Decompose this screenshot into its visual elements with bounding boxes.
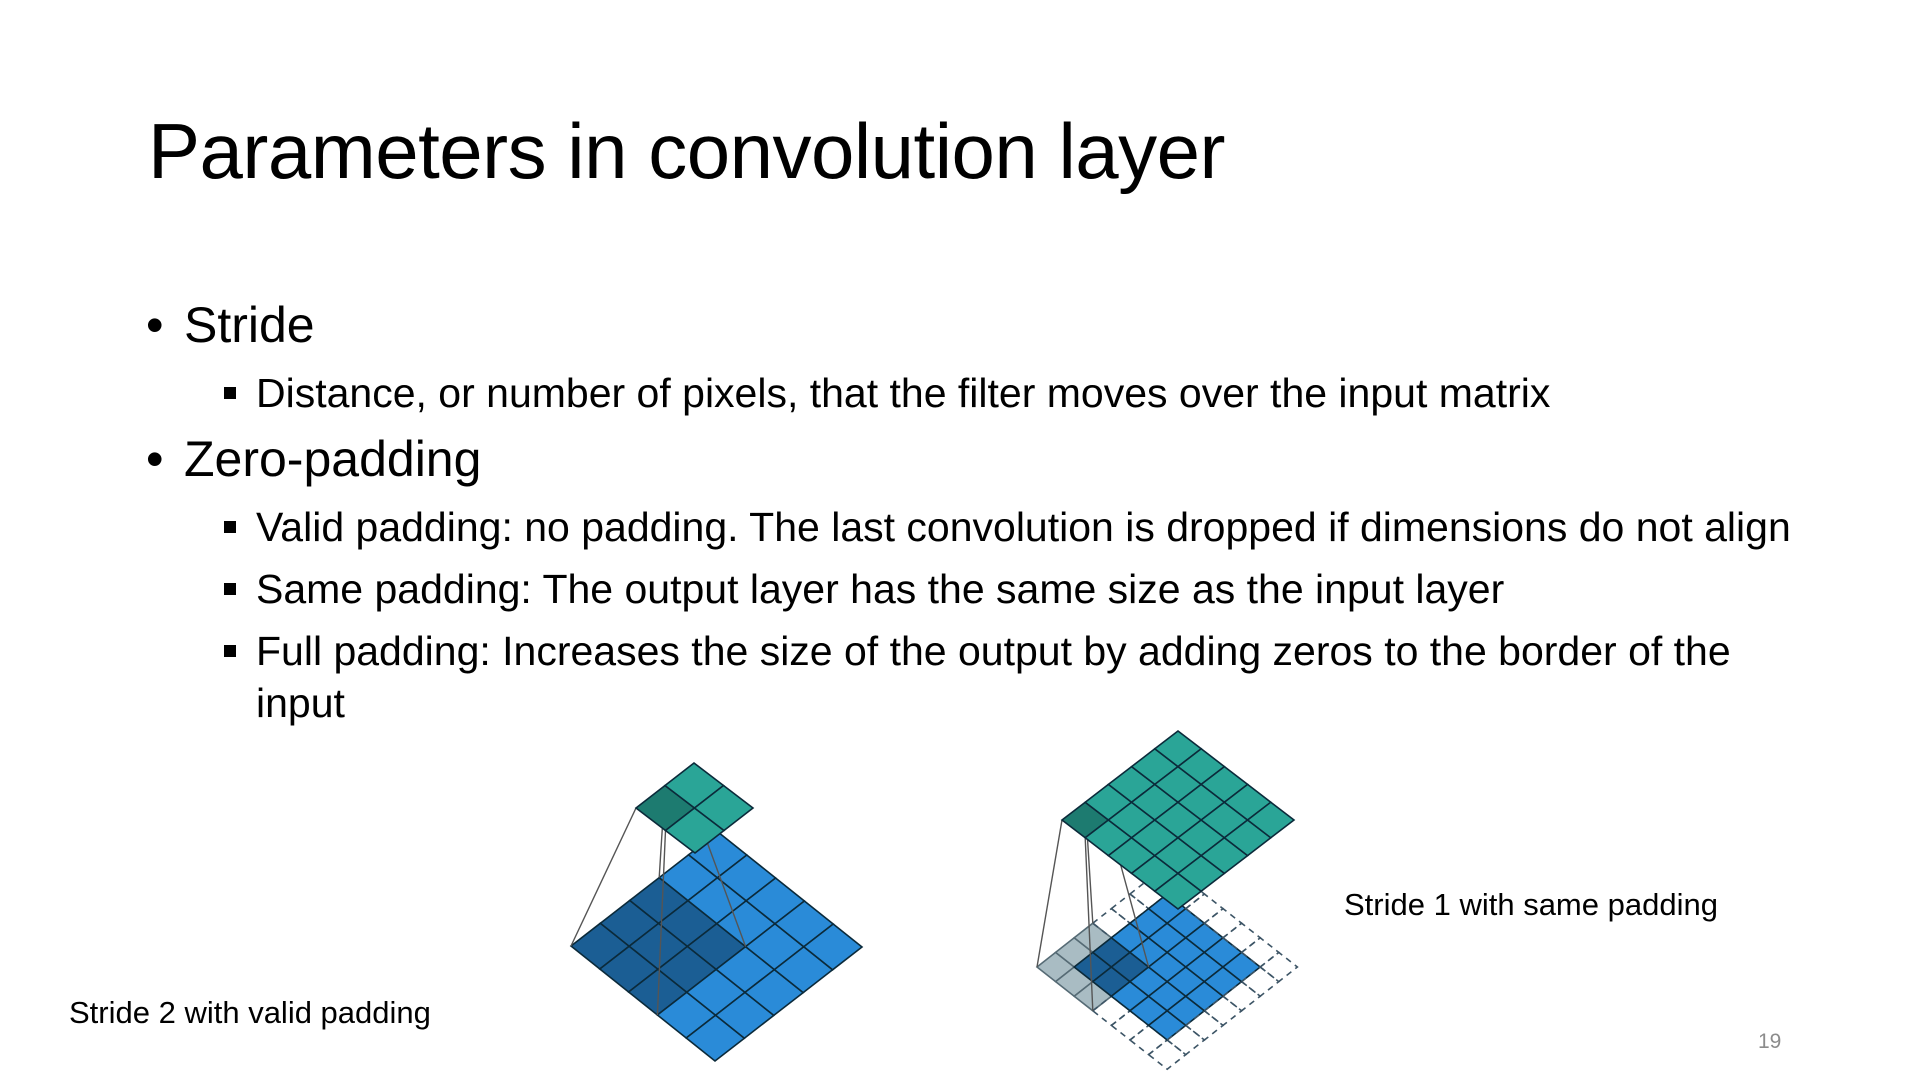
padding-cell bbox=[1147, 1038, 1188, 1071]
caption-stride-1: Stride 1 with same padding bbox=[1344, 887, 1718, 922]
padding-cell bbox=[1258, 951, 1299, 983]
page-number: 19 bbox=[1758, 1030, 1782, 1053]
caption-stride-2: Stride 2 with valid padding bbox=[69, 995, 431, 1030]
slide: Parameters in convolution layer • Stride… bbox=[0, 0, 1920, 1080]
projection-line bbox=[1036, 819, 1063, 968]
